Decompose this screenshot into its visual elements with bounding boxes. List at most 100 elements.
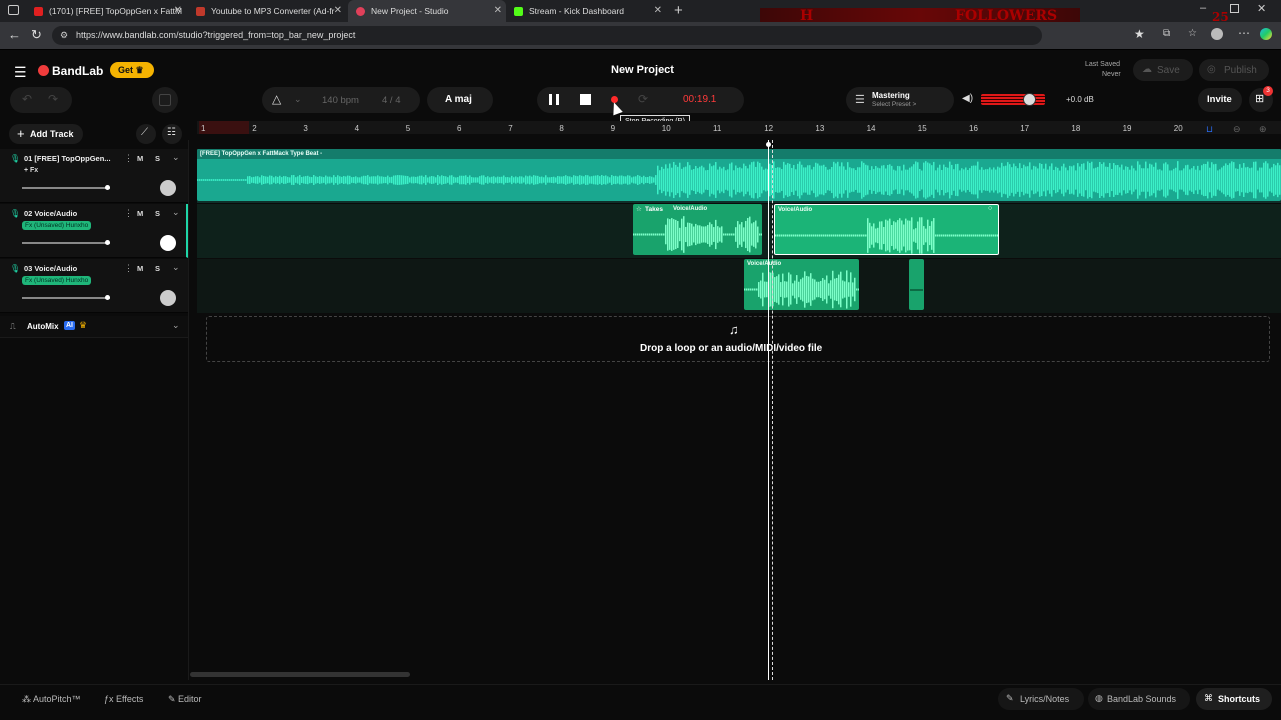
gift-button[interactable]: ⊞ 3 <box>1249 86 1273 112</box>
more-icon[interactable]: ⋮ <box>124 263 133 274</box>
track-volume-slider[interactable] <box>22 240 110 245</box>
track-name[interactable]: 02 Voice/Audio <box>24 209 77 218</box>
browser-tab-1[interactable]: (1701) [FREE] TopOppGen x FattM ✕ <box>26 0 186 22</box>
menu-dots-icon[interactable]: ⋯ <box>1238 26 1250 40</box>
metronome-icon[interactable]: △ <box>272 92 281 106</box>
effects-button[interactable]: ƒx Effects <box>104 694 143 704</box>
audio-clip-voice-3[interactable]: Voice/Audio <box>744 259 859 310</box>
close-icon[interactable]: ✕ <box>174 5 182 16</box>
automix-row[interactable]: ⎍ AutoMix AI ♛ ⌄ <box>0 316 188 338</box>
more-icon[interactable]: ⋮ <box>124 153 133 164</box>
track-header-2[interactable]: 🎙 02 Voice/Audio ⋮ M S ⌄ Fx (Unsaved) Hu… <box>0 204 188 258</box>
close-icon[interactable]: ✕ <box>494 5 502 16</box>
zoom-in-icon[interactable]: ⊕ <box>1259 124 1267 135</box>
add-fx-button[interactable]: + Fx <box>24 167 38 174</box>
add-track-button[interactable]: + Add Track <box>9 124 83 144</box>
clip-loop-icon[interactable]: ○ <box>988 205 992 212</box>
stop-icon[interactable] <box>580 94 591 105</box>
fx-preset-badge[interactable]: Fx (Unsaved) Hunxho <box>22 221 92 230</box>
browser-tab-3[interactable]: New Project - Studio ✕ <box>348 0 506 22</box>
solo-button[interactable]: S <box>155 209 160 218</box>
redo-icon[interactable]: ↷ <box>48 92 58 106</box>
horizontal-scrollbar[interactable] <box>190 672 410 677</box>
pan-knob[interactable] <box>160 235 176 251</box>
site-info-icon[interactable]: ⚙ <box>60 26 68 45</box>
browser-tab-4[interactable]: Stream - Kick Dashboard ✕ <box>506 0 666 22</box>
solo-button[interactable]: S <box>155 154 160 163</box>
back-icon[interactable]: ← <box>8 27 21 42</box>
pause-icon[interactable] <box>549 94 552 105</box>
track-header-1[interactable]: 🎙 01 [FREE] TopOppGen... ⋮ M S ⌄ + Fx <box>0 149 188 203</box>
timeline-ruler[interactable] <box>197 121 1281 134</box>
playhead[interactable] <box>768 140 769 680</box>
maximize-icon[interactable] <box>1230 4 1239 13</box>
chevron-down-icon[interactable]: ⌄ <box>172 320 180 331</box>
grid-toggle-button[interactable] <box>152 87 178 113</box>
speaker-icon[interactable]: ◀) <box>962 93 973 104</box>
close-icon[interactable]: ✕ <box>654 5 662 16</box>
track-volume-slider[interactable] <box>22 185 110 190</box>
url-field[interactable]: ⚙ https://www.bandlab.com/studio?trigger… <box>52 26 1042 45</box>
get-membership-button[interactable]: Get ♛ <box>110 62 154 78</box>
publish-button[interactable]: ◎ Publish <box>1199 59 1269 81</box>
track-header-3[interactable]: 🎙 03 Voice/Audio ⋮ M S ⌄ Fx (Unsaved) Hu… <box>0 259 188 313</box>
hamburger-menu-icon[interactable]: ☰ <box>14 64 27 81</box>
browser-tab-2[interactable]: Youtube to MP3 Converter (Ad-fr ✕ <box>188 0 346 22</box>
lane-3[interactable] <box>197 259 1281 313</box>
extensions-icon[interactable]: ⧉ <box>1163 28 1170 39</box>
chevron-down-icon[interactable]: ⌄ <box>294 94 302 105</box>
audio-clip-voice-selected[interactable]: Voice/Audio ○ <box>774 204 999 255</box>
pan-knob[interactable] <box>160 290 176 306</box>
loop-icon[interactable]: ⟳ <box>638 92 648 106</box>
track-volume-slider[interactable] <box>22 295 110 300</box>
bpm-field[interactable]: 140 bpm <box>322 95 359 106</box>
profile-avatar[interactable] <box>1211 28 1223 40</box>
new-tab-icon[interactable]: + <box>674 2 683 19</box>
mute-button[interactable]: M <box>137 264 143 273</box>
mixer-button[interactable]: ☷ <box>162 124 182 144</box>
undo-icon[interactable]: ↶ <box>22 92 32 106</box>
key-selector[interactable]: A maj <box>427 87 493 113</box>
chevron-down-icon[interactable]: ⌄ <box>172 207 180 218</box>
slider-thumb[interactable] <box>105 185 110 190</box>
bookmark-star-icon[interactable]: ★ <box>1134 27 1145 41</box>
volume-thumb[interactable] <box>1023 93 1037 106</box>
audio-clip-beat[interactable]: [FREE] TopOppGen x FattMack Type Beat - <box>197 149 1281 201</box>
autopitch-button[interactable]: ⁂ AutoPitch™ <box>22 694 81 705</box>
editor-button[interactable]: ✎ Editor <box>168 694 202 705</box>
drop-zone[interactable]: ♫ Drop a loop or an audio/MIDI/video fil… <box>206 316 1270 362</box>
favorites-icon[interactable]: ☆ <box>1188 28 1197 39</box>
track-name[interactable]: 03 Voice/Audio <box>24 264 77 273</box>
time-signature-field[interactable]: 4 / 4 <box>382 95 401 106</box>
tuner-button[interactable]: ⟋ <box>136 124 156 144</box>
close-icon[interactable]: ✕ <box>334 5 342 16</box>
snap-icon[interactable]: ⊔ <box>1206 124 1213 135</box>
slider-thumb[interactable] <box>105 240 110 245</box>
fx-preset-badge[interactable]: Fx (Unsaved) Hunxho <box>22 276 92 285</box>
more-icon[interactable]: ⋮ <box>124 208 133 219</box>
audio-clip-short[interactable] <box>909 259 924 310</box>
slider-thumb[interactable] <box>105 295 110 300</box>
zoom-out-icon[interactable]: ⊖ <box>1233 124 1241 135</box>
project-title[interactable]: New Project <box>611 64 674 76</box>
pan-knob[interactable] <box>160 180 176 196</box>
reload-icon[interactable]: ↻ <box>31 27 42 43</box>
window-close-icon[interactable]: ✕ <box>1257 2 1266 15</box>
chevron-down-icon[interactable]: ⌄ <box>172 262 180 273</box>
bandlab-sounds-button[interactable]: ◍ BandLab Sounds <box>1088 688 1190 710</box>
solo-button[interactable]: S <box>155 264 160 273</box>
copilot-icon[interactable] <box>1260 28 1272 40</box>
tab-overview-icon[interactable] <box>8 5 19 15</box>
mastering-button[interactable]: ☰ Mastering Select Preset > <box>846 87 954 113</box>
mute-button[interactable]: M <box>137 154 143 163</box>
shortcuts-button[interactable]: ⌘ Shortcuts <box>1196 688 1272 710</box>
track-name[interactable]: 01 [FREE] TopOppGen... <box>24 154 111 163</box>
lyrics-notes-button[interactable]: ✎ Lyrics/Notes <box>998 688 1084 710</box>
mute-button[interactable]: M <box>137 209 143 218</box>
save-button[interactable]: ☁ Save <box>1133 59 1193 81</box>
chevron-down-icon[interactable]: ⌄ <box>172 152 180 163</box>
minimize-icon[interactable]: – <box>1200 2 1206 14</box>
master-volume-slider[interactable] <box>981 93 1045 106</box>
audio-clip-takes[interactable]: ☆ Takes Voice/Audio <box>633 204 762 255</box>
playhead-handle[interactable] <box>766 142 771 147</box>
